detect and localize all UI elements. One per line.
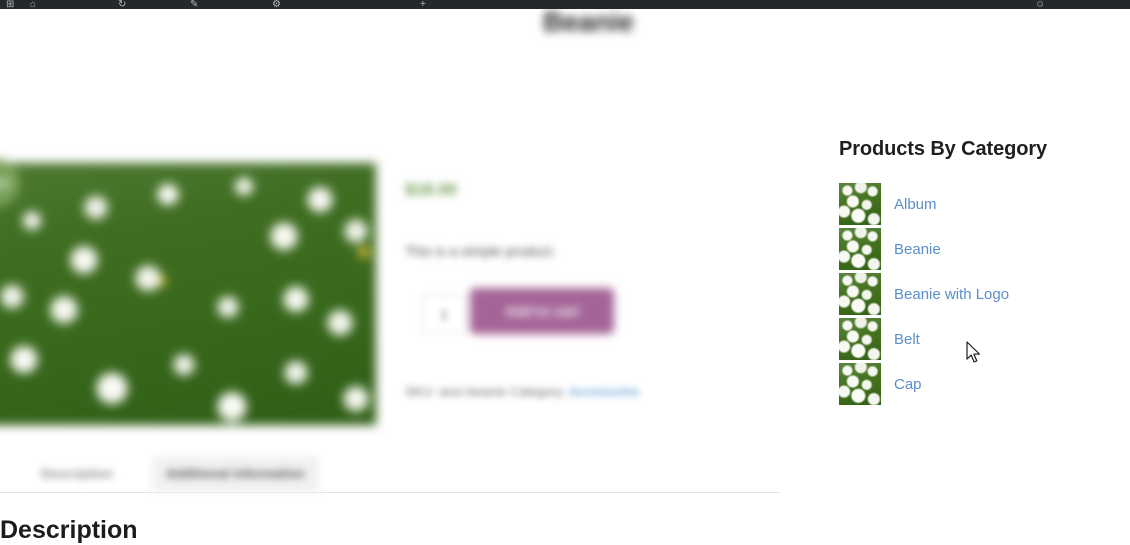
list-item[interactable]: Beanie — [839, 228, 1119, 270]
product-category-link[interactable]: Accessories — [569, 384, 639, 399]
sidebar-item-album[interactable]: Album — [894, 196, 937, 213]
list-item[interactable]: Belt — [839, 318, 1119, 360]
page-title: Beanie — [543, 6, 634, 37]
admin-bar-account-icon[interactable]: ☺ — [1035, 0, 1045, 9]
admin-bar-site-name-icon[interactable]: ⌂ — [30, 0, 36, 9]
admin-bar-wp-logo-icon[interactable]: ⊞ — [6, 0, 14, 9]
product-tabs: Description Additional information — [0, 450, 780, 493]
admin-bar-settings-icon[interactable]: ⚙ — [272, 0, 281, 9]
tab-description[interactable]: Description — [27, 456, 127, 492]
product-image[interactable] — [0, 163, 376, 425]
product-meta-sku-category: SKU: woo-beanie Category: — [405, 384, 567, 399]
quantity-input[interactable]: 1 — [422, 295, 466, 333]
category-thumbnail-image[interactable] — [839, 228, 881, 270]
product-tabs-row: Description Additional information — [0, 450, 780, 493]
sidebar-products-by-category: Products By Category Album Beanie Beanie… — [839, 138, 1119, 408]
category-list: Album Beanie Beanie with Logo Belt Cap — [839, 183, 1119, 405]
sidebar-item-belt[interactable]: Belt — [894, 331, 920, 348]
list-item[interactable]: Album — [839, 183, 1119, 225]
widget-title: Products By Category — [839, 138, 1048, 160]
list-item[interactable]: Beanie with Logo — [839, 273, 1119, 315]
tab-additional-information[interactable]: Additional information — [152, 456, 319, 492]
product-price: $18.00 — [405, 180, 457, 199]
admin-bar-edit-icon[interactable]: ✎ — [190, 0, 198, 9]
product-gallery[interactable]: Sale! — [0, 159, 376, 425]
admin-bar-updates-icon[interactable]: ↻ — [118, 0, 126, 9]
sidebar-item-beanie[interactable]: Beanie — [894, 241, 941, 258]
category-thumbnail-image[interactable] — [839, 183, 881, 225]
product-meta: SKU: woo-beanie Category: Accessories — [405, 384, 639, 399]
add-to-cart-button[interactable]: Add to cart — [470, 288, 614, 334]
category-thumbnail-image[interactable] — [839, 273, 881, 315]
admin-bar-new-icon[interactable]: + — [420, 0, 426, 9]
list-item[interactable]: Cap — [839, 363, 1119, 405]
product-short-description: This is a simple product. — [405, 243, 556, 259]
sidebar-item-beanie-with-logo[interactable]: Beanie with Logo — [894, 286, 1009, 303]
category-thumbnail-image[interactable] — [839, 363, 881, 405]
sidebar-item-cap[interactable]: Cap — [894, 376, 922, 393]
description-section-heading: Description — [0, 516, 138, 544]
category-thumbnail-image[interactable] — [839, 318, 881, 360]
